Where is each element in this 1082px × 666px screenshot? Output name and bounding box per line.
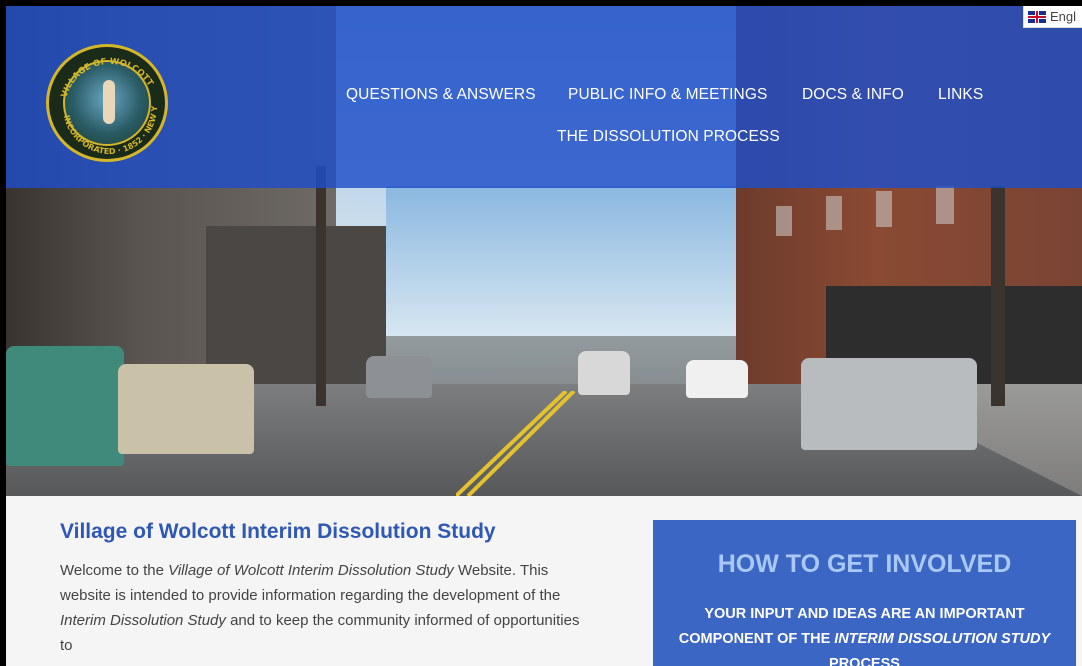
hero-car <box>578 351 630 395</box>
intro-text-study-name-2: Interim Dissolution Study <box>60 612 226 629</box>
page: VILLAGE OF WOLCOTT INCORPORATED · 1852 ·… <box>6 6 1082 666</box>
intro-paragraph: Welcome to the Village of Wolcott Interi… <box>60 558 580 658</box>
svg-text:VILLAGE OF WOLCOTT: VILLAGE OF WOLCOTT <box>60 57 155 99</box>
language-label: Engl <box>1049 9 1076 24</box>
intro-text-1: Welcome to the <box>60 562 169 579</box>
nav-dissolution-process[interactable]: THE DISSOLUTION PROCESS <box>557 128 780 146</box>
get-involved-text-b: PROCESS <box>829 656 900 666</box>
village-seal-logo[interactable]: VILLAGE OF WOLCOTT INCORPORATED · 1852 ·… <box>46 44 168 162</box>
seal-ring-text: VILLAGE OF WOLCOTT INCORPORATED · 1852 ·… <box>49 47 159 156</box>
site-header: VILLAGE OF WOLCOTT INCORPORATED · 1852 ·… <box>6 6 1082 188</box>
hero-sky <box>386 186 746 336</box>
nav-docs-info[interactable]: DOCS & INFO <box>802 86 904 104</box>
nav-questions-answers[interactable]: QUESTIONS & ANSWERS <box>346 86 536 104</box>
intro-text-study-name: Village of Wolcott Interim Dissolution S… <box>168 562 454 579</box>
hero-car <box>118 364 254 454</box>
language-selector[interactable]: Engl <box>1022 6 1082 28</box>
hero-road-lines <box>456 391 576 496</box>
get-involved-text: YOUR INPUT AND IDEAS ARE AN IMPORTANT CO… <box>673 602 1056 666</box>
hero-tree <box>991 186 1005 406</box>
intro-title: Village of Wolcott Interim Dissolution S… <box>60 520 496 543</box>
hero-building-left-2 <box>206 226 386 386</box>
hero-car <box>366 356 432 398</box>
nav-public-info-meetings[interactable]: PUBLIC INFO & MEETINGS <box>568 86 767 104</box>
get-involved-panel: HOW TO GET INVOLVED YOUR INPUT AND IDEAS… <box>653 520 1076 666</box>
hero-car <box>801 358 977 450</box>
hero-car <box>6 346 124 466</box>
nav-links[interactable]: LINKS <box>938 86 983 104</box>
uk-flag-icon <box>1027 11 1046 23</box>
hero-car <box>686 360 748 398</box>
get-involved-title: HOW TO GET INVOLVED <box>717 550 1012 578</box>
main-content: Village of Wolcott Interim Dissolution S… <box>6 496 1082 666</box>
hero-tree <box>316 166 326 406</box>
get-involved-text-em: INTERIM DISSOLUTION STUDY <box>834 631 1051 647</box>
